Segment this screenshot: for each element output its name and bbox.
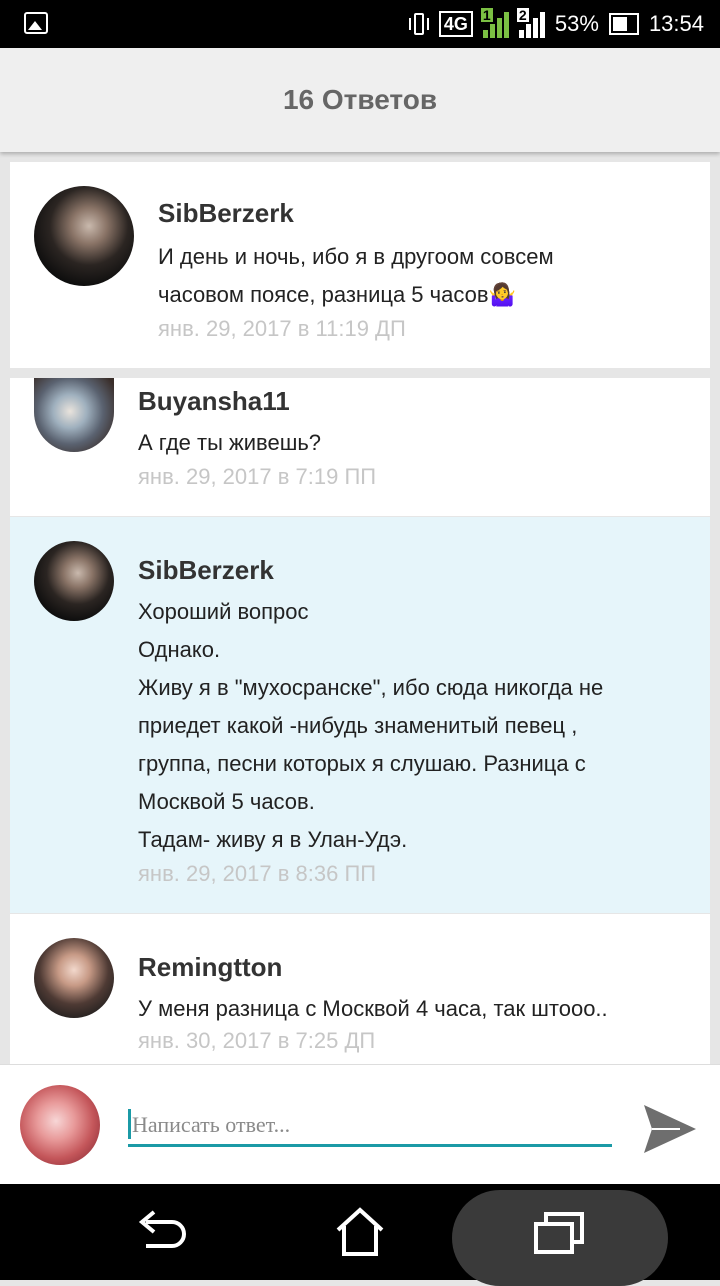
battery-percent: 53% xyxy=(554,11,599,36)
page-title: 16 Ответов xyxy=(282,84,438,115)
home-icon xyxy=(336,1207,384,1256)
avatar[interactable] xyxy=(34,378,114,452)
status-bar: 4G 1 2 53% 13:54 xyxy=(0,0,720,48)
comment-text: У меня разница с Москвой 4 часа, так што… xyxy=(138,996,608,1021)
avatar[interactable] xyxy=(34,186,134,286)
comment-date: янв. 30, 2017 в 7:25 ДП xyxy=(138,1028,376,1053)
avatar[interactable] xyxy=(34,938,114,1018)
comment-author[interactable]: SibBerzerk xyxy=(138,555,274,586)
comment-text: Хороший вопрос Однако. Живу я в "мухосра… xyxy=(138,599,604,852)
comment-card[interactable]: Buyansha11 А где ты живешь? янв. 29, 201… xyxy=(10,378,710,516)
recent-apps-icon xyxy=(534,1212,584,1254)
system-nav-bar xyxy=(0,1184,720,1286)
send-icon[interactable] xyxy=(640,1101,700,1157)
battery-icon xyxy=(608,13,639,35)
comment-card-highlighted[interactable]: SibBerzerk Хороший вопрос Однако. Живу я… xyxy=(10,517,710,913)
comment-text: И день и ночь, ибо я в другоом совсем ча… xyxy=(158,244,554,307)
recent-apps-button[interactable] xyxy=(520,1184,600,1280)
comment-author[interactable]: Buyansha11 xyxy=(138,386,290,417)
comment-author[interactable]: SibBerzerk xyxy=(158,198,294,229)
avatar[interactable] xyxy=(34,541,114,621)
text-cursor xyxy=(128,1109,131,1139)
comment-card[interactable]: Remingtton У меня разница с Москвой 4 ча… xyxy=(10,914,710,1064)
comment-author[interactable]: Remingtton xyxy=(138,952,282,983)
clock: 13:54 xyxy=(648,11,704,36)
reply-composer xyxy=(0,1064,720,1185)
back-icon xyxy=(138,1210,186,1248)
vibrate-icon xyxy=(408,11,429,37)
comment-date: янв. 29, 2017 в 7:19 ПП xyxy=(138,464,377,489)
network-type: 4G xyxy=(438,11,473,37)
comment-date: янв. 29, 2017 в 8:36 ПП xyxy=(138,861,377,886)
image-notification-icon xyxy=(24,12,48,34)
reply-input[interactable] xyxy=(128,1105,612,1147)
comment-text: А где ты живешь? xyxy=(138,430,322,455)
home-button[interactable] xyxy=(320,1184,400,1280)
back-button[interactable] xyxy=(120,1184,200,1280)
comment-card[interactable]: SibBerzerk И день и ночь, ибо я в другоо… xyxy=(10,162,710,368)
comment-date: янв. 29, 2017 в 11:19 ДП xyxy=(158,316,406,341)
signal-sim1-icon: 1 xyxy=(480,8,509,38)
signal-sim2-icon: 2 xyxy=(516,8,545,38)
app-header: 16 Ответов xyxy=(0,48,720,152)
current-user-avatar xyxy=(20,1085,100,1165)
